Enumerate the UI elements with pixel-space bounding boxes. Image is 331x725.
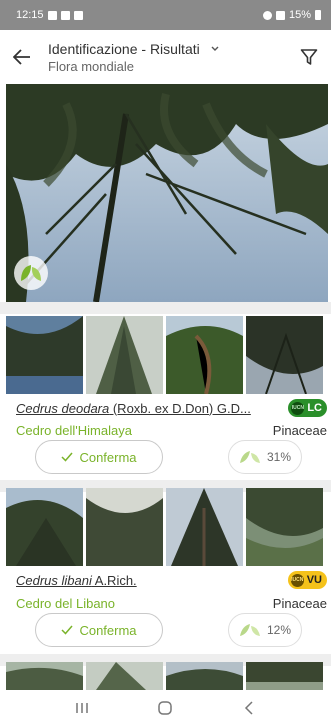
- status-bar: 12:15 15%: [0, 0, 331, 30]
- thumbnail[interactable]: [166, 662, 243, 690]
- filter-icon[interactable]: [287, 30, 331, 84]
- scientific-name[interactable]: Cedrus libani A.Rich.: [16, 573, 137, 588]
- confirm-button[interactable]: Conferma: [35, 440, 163, 474]
- home-icon[interactable]: [150, 693, 180, 723]
- thumbnail[interactable]: [6, 488, 83, 566]
- family-name: Pinaceae: [272, 595, 327, 611]
- battery-level: 15%: [288, 9, 311, 21]
- title-block[interactable]: Identificazione - Risultati Flora mondia…: [44, 41, 287, 74]
- result-thumbnails[interactable]: [6, 316, 331, 394]
- status-time: 12:15: [16, 9, 44, 21]
- common-name: Cedro del Libano: [16, 595, 116, 611]
- result-thumbnails[interactable]: [6, 488, 331, 566]
- thumbnail[interactable]: [166, 488, 243, 566]
- page-title: Identificazione - Risultati: [48, 40, 200, 57]
- mute-icon: [262, 10, 272, 20]
- leaves-icon: [239, 451, 260, 463]
- score-badge: 31%: [228, 440, 302, 474]
- thumbnail[interactable]: [86, 488, 163, 566]
- recent-apps-icon[interactable]: [67, 693, 97, 723]
- back-arrow-icon[interactable]: [0, 30, 44, 84]
- thumbnail[interactable]: [86, 316, 163, 394]
- gallery-icon: [73, 10, 83, 20]
- family-name: Pinaceae: [272, 422, 327, 438]
- common-name: Cedro dell'Himalaya: [16, 422, 132, 438]
- notification-icon: [47, 10, 57, 20]
- leaf-icon: [14, 256, 48, 290]
- iucn-status-badge[interactable]: IUCN LC: [288, 399, 327, 417]
- iucn-status-badge[interactable]: IUCN VU: [287, 571, 327, 589]
- check-icon: [61, 625, 74, 635]
- mail-icon: [60, 10, 70, 20]
- thumbnail[interactable]: [246, 316, 323, 394]
- thumbnail[interactable]: [246, 488, 323, 566]
- thumbnail[interactable]: [6, 662, 83, 690]
- leaves-icon: [239, 624, 260, 636]
- app-header: Identificazione - Risultati Flora mondia…: [0, 30, 331, 84]
- thumbnail[interactable]: [6, 316, 83, 394]
- signal-icon: [275, 10, 285, 20]
- section-divider: [0, 302, 331, 314]
- thumbnail[interactable]: [246, 662, 323, 690]
- query-photo[interactable]: [6, 84, 328, 302]
- check-icon: [61, 452, 74, 462]
- system-nav-bar: [0, 690, 331, 725]
- back-nav-icon[interactable]: [234, 693, 264, 723]
- battery-icon: [315, 10, 321, 20]
- flora-subtitle: Flora mondiale: [48, 58, 134, 74]
- iucn-logo-icon: IUCN: [290, 573, 304, 587]
- result-thumbnails[interactable]: [6, 662, 331, 690]
- scientific-name[interactable]: Cedrus deodara (Roxb. ex D.Don) G.D...: [16, 401, 251, 416]
- thumbnail[interactable]: [166, 316, 243, 394]
- chevron-down-icon[interactable]: [208, 42, 222, 56]
- confirm-button[interactable]: Conferma: [35, 613, 163, 647]
- score-badge: 12%: [228, 613, 302, 647]
- thumbnail[interactable]: [86, 662, 163, 690]
- iucn-logo-icon: IUCN: [291, 401, 305, 415]
